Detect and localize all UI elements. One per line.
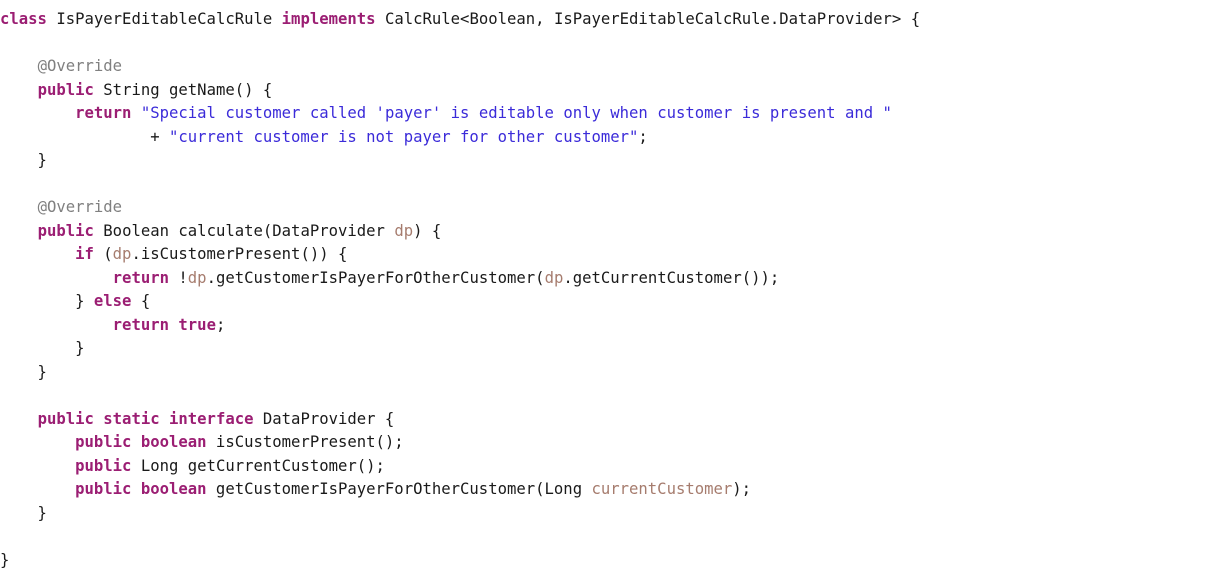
code-listing[interactable]: class IsPayerEditableCalcRule implements… — [0, 0, 1214, 572]
code-line: @Override — [0, 55, 1214, 79]
code-line: return !dp.getCustomerIsPayerForOtherCus… — [0, 267, 1214, 291]
code-line: public Boolean calculate(DataProvider dp… — [0, 220, 1214, 244]
code-line: } — [0, 149, 1214, 173]
code-token-plain: getCustomerIsPayerForOtherCustomer(Long — [206, 480, 592, 498]
code-token-plain: isCustomerPresent(); — [206, 433, 404, 451]
code-token-plain: ; — [638, 127, 648, 146]
code-token-kw: else — [93, 292, 132, 310]
code-line: class IsPayerEditableCalcRule implements… — [0, 8, 1214, 32]
code-token-plain: } — [0, 362, 47, 381]
code-token-anno: @Override — [37, 198, 123, 216]
code-token-plain: .getCustomerIsPayerForOtherCustomer( — [206, 268, 545, 287]
code-line: } — [0, 337, 1214, 361]
code-token-plain: DataProvider { — [253, 409, 395, 428]
code-token-plain: { — [131, 292, 151, 310]
code-token-str: "Special customer called 'payer' is edit… — [140, 104, 892, 122]
code-token-plain: ; — [215, 315, 226, 334]
code-token-plain: ) { — [413, 221, 442, 240]
code-line: } — [0, 549, 1214, 573]
code-token-anno: @Override — [37, 57, 123, 75]
code-line: @Override — [0, 196, 1214, 220]
code-token-kw: public boolean — [75, 433, 207, 451]
code-token-plain: .getCurrentCustomer()); — [563, 268, 780, 287]
code-token-kw: implements — [281, 10, 376, 28]
code-token-parm: dp — [544, 268, 564, 287]
code-token-plain: .isCustomerPresent()) { — [131, 245, 348, 263]
code-token-plain: } — [0, 503, 47, 522]
code-token-plain: ); — [732, 480, 752, 498]
code-token-kw: return — [112, 315, 170, 334]
code-token-plain: CalcRule<Boolean, IsPayerEditableCalcRul… — [375, 10, 921, 28]
code-token-parm: dp — [394, 221, 414, 240]
code-token-plain: IsPayerEditableCalcRule — [46, 10, 282, 28]
code-token-kw: true — [178, 315, 216, 334]
code-token-plain: Long getCurrentCustomer(); — [131, 456, 385, 475]
code-token-plain: + — [0, 127, 169, 146]
code-token-kw: public — [37, 80, 94, 99]
code-line: } — [0, 502, 1214, 526]
code-line: public static interface DataProvider { — [0, 408, 1214, 432]
code-token-plain: } — [0, 339, 85, 357]
code-line: public boolean isCustomerPresent(); — [0, 431, 1214, 455]
code-line: public boolean getCustomerIsPayerForOthe… — [0, 478, 1214, 502]
code-token-kw: if — [75, 245, 94, 263]
code-token-parm: currentCustomer — [591, 480, 733, 498]
code-line: } else { — [0, 290, 1214, 314]
code-token-plain: ! — [169, 268, 188, 287]
code-token-kw: public — [75, 456, 132, 475]
code-line: public Long getCurrentCustomer(); — [0, 455, 1214, 479]
code-line: return "Special customer called 'payer' … — [0, 102, 1214, 126]
code-token-kw: return — [75, 104, 132, 122]
code-line: + "current customer is not payer for oth… — [0, 126, 1214, 150]
code-token-plain: ( — [93, 245, 113, 263]
code-token-plain: String getName() { — [93, 80, 273, 99]
code-line: public String getName() { — [0, 79, 1214, 103]
code-token-kw: public — [37, 221, 94, 240]
code-token-kw: public boolean — [75, 480, 207, 498]
code-token-str: "current customer is not payer for other… — [169, 127, 639, 146]
code-token-plain: } — [0, 151, 47, 169]
code-token-kw: public static interface — [37, 409, 254, 428]
code-token-plain: Boolean calculate(DataProvider — [93, 221, 395, 240]
code-token-parm: dp — [112, 245, 132, 263]
code-line: } — [0, 361, 1214, 385]
code-token-plain: } — [0, 550, 10, 569]
code-token-parm: dp — [187, 268, 207, 287]
code-token-kw: class — [0, 10, 47, 28]
code-token-plain: } — [0, 292, 94, 310]
code-line: return true; — [0, 314, 1214, 338]
code-line: if (dp.isCustomerPresent()) { — [0, 243, 1214, 267]
code-token-kw: return — [112, 268, 170, 287]
